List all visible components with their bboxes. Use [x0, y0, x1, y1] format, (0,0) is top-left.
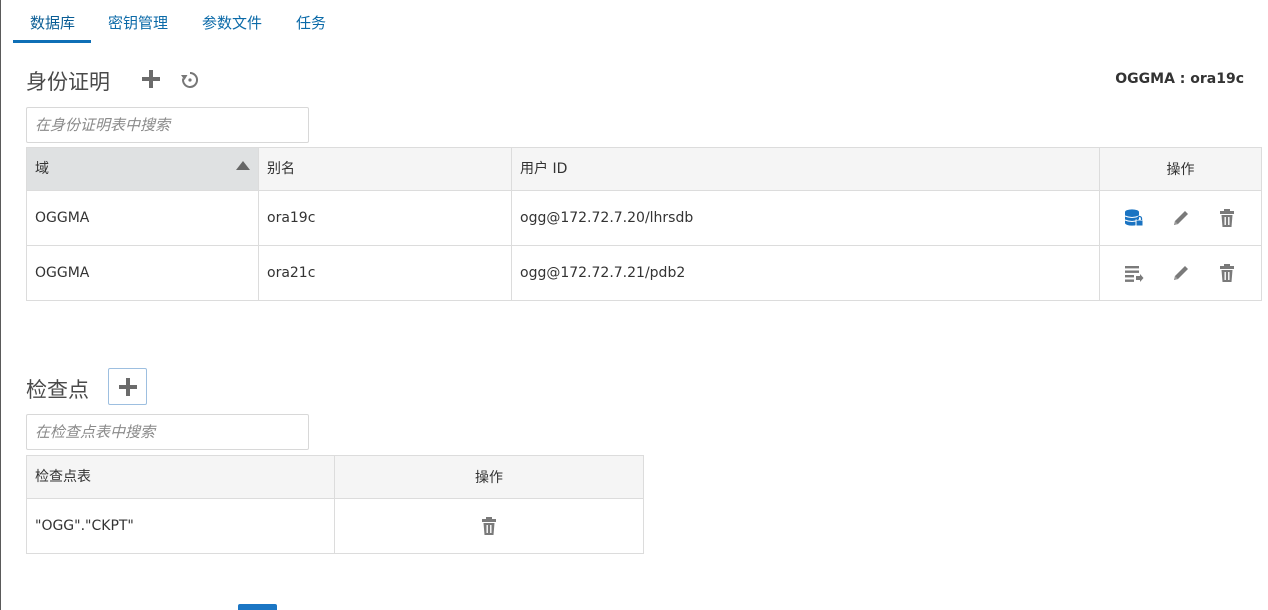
plus-icon — [118, 377, 137, 396]
database-lock-icon — [1124, 209, 1144, 227]
cell-alias: ora19c — [258, 190, 512, 246]
trash-icon — [1219, 209, 1234, 227]
column-header-label: 操作 — [475, 470, 503, 486]
cell-user-id: ogg@172.72.7.20/lhrsdb — [511, 190, 1100, 246]
cell-user-id: ogg@172.72.7.21/pdb2 — [511, 245, 1100, 301]
column-header-label: 检查点表 — [35, 469, 91, 485]
refresh-icon — [181, 71, 199, 88]
column-header-actions: 操作 — [334, 455, 644, 499]
add-credential-button[interactable] — [140, 68, 162, 90]
plus-icon — [142, 70, 160, 88]
table-row: OGGMA ora19c ogg@172.72.7.20/lhrsdb — [26, 190, 1262, 246]
edit-credential-button[interactable] — [1170, 207, 1192, 229]
refresh-button[interactable] — [179, 69, 201, 91]
checkpoints-header-row: 检查点表 操作 — [26, 455, 644, 499]
cell-actions — [1099, 190, 1262, 246]
column-header-label: 用户 ID — [520, 161, 568, 177]
cell-alias: ora21c — [258, 245, 512, 301]
column-header-actions: 操作 — [1099, 147, 1262, 191]
tab-parameter-files[interactable]: 参数文件 — [185, 0, 279, 43]
delete-credential-button[interactable] — [1216, 262, 1238, 284]
cell-checkpoint-table: "OGG"."CKPT" — [26, 498, 335, 554]
checkpoints-search-input[interactable] — [26, 414, 309, 450]
cell-actions — [334, 498, 644, 554]
column-header-alias[interactable]: 别名 — [258, 147, 512, 191]
table-row: "OGG"."CKPT" — [26, 498, 644, 554]
column-header-domain[interactable]: 域 — [26, 147, 259, 191]
checkpoints-table: 检查点表 操作 "OGG"."CKPT" — [26, 455, 644, 554]
checkpoints-title: 检查点 — [26, 378, 89, 402]
pencil-icon — [1173, 266, 1188, 280]
tab-tasks[interactable]: 任务 — [279, 0, 368, 43]
partial-button[interactable] — [238, 604, 277, 610]
tab-bar: 数据库 密钥管理 参数文件 任务 — [13, 0, 368, 43]
credentials-title: 身份证明 — [26, 70, 110, 94]
column-header-checkpoint-table[interactable]: 检查点表 — [26, 455, 335, 499]
tab-key-management[interactable]: 密钥管理 — [91, 0, 185, 43]
table-row: OGGMA ora21c ogg@172.72.7.21/pdb2 — [26, 245, 1262, 301]
add-checkpoint-button[interactable] — [108, 368, 147, 405]
column-header-label: 操作 — [1166, 162, 1195, 178]
credentials-header-row: 域 别名 用户 ID 操作 — [26, 147, 1262, 191]
list-arrow-icon — [1125, 266, 1144, 282]
page: 数据库 密钥管理 参数文件 任务 身份证明 OGGMA : ora19c 域 — [0, 0, 1268, 610]
tab-database[interactable]: 数据库 — [13, 0, 92, 43]
trash-icon — [482, 517, 496, 535]
connect-database-button[interactable] — [1123, 207, 1145, 229]
delete-checkpoint-button[interactable] — [478, 515, 500, 537]
cell-actions — [1099, 245, 1262, 301]
sort-ascending-icon — [236, 161, 250, 170]
cell-domain: OGGMA — [26, 245, 259, 301]
credentials-table: 域 别名 用户 ID 操作 OGGMA ora19c ogg@172.72.7.… — [26, 147, 1262, 301]
trash-icon — [1219, 264, 1234, 282]
column-header-label: 别名 — [267, 161, 295, 177]
connection-label: OGGMA : ora19c — [1115, 71, 1244, 87]
delete-credential-button[interactable] — [1216, 207, 1238, 229]
cell-domain: OGGMA — [26, 190, 259, 246]
connect-database-button[interactable] — [1123, 262, 1145, 284]
pencil-icon — [1173, 211, 1188, 225]
column-header-label: 域 — [35, 161, 49, 177]
edit-credential-button[interactable] — [1170, 262, 1192, 284]
column-header-user-id[interactable]: 用户 ID — [511, 147, 1100, 191]
credentials-search-input[interactable] — [26, 107, 309, 143]
